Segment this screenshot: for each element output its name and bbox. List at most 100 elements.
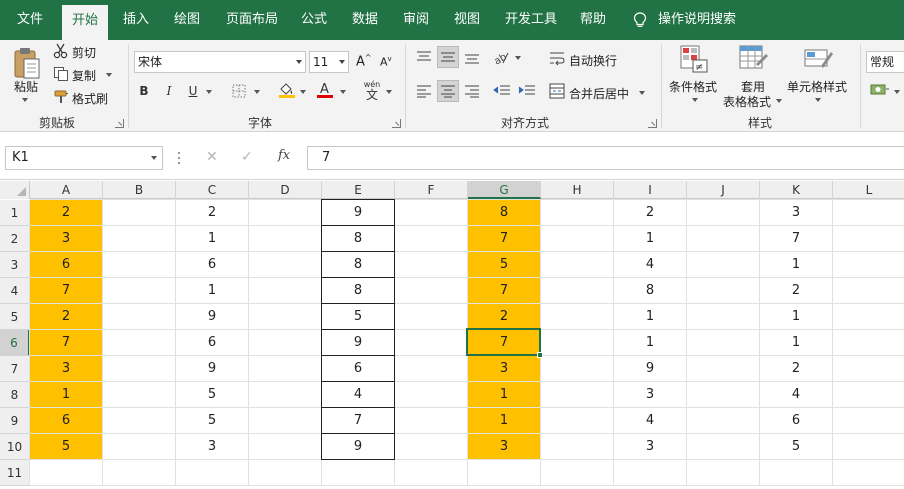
column-header-l[interactable]: L — [833, 181, 904, 199]
merge-dropdown-icon[interactable] — [639, 91, 645, 95]
fill-color-dropdown-icon[interactable] — [300, 90, 306, 94]
tab-help[interactable]: 帮助 — [580, 0, 606, 40]
cell-k9[interactable]: 6 — [760, 408, 832, 433]
cell-i2[interactable]: 1 — [614, 226, 686, 251]
cell-g9[interactable]: 1 — [468, 408, 540, 433]
cell-e6[interactable]: 9 — [321, 329, 395, 356]
cell-e2[interactable]: 8 — [321, 225, 395, 252]
cell-e10[interactable]: 9 — [321, 433, 395, 460]
cell-g3[interactable]: 5 — [468, 252, 540, 277]
orientation-icon[interactable]: ab — [492, 49, 510, 65]
cell-e9[interactable]: 7 — [321, 407, 395, 434]
tab-page-layout[interactable]: 页面布局 — [226, 0, 278, 40]
align-bottom-icon[interactable] — [464, 50, 480, 64]
cell-i9[interactable]: 4 — [614, 408, 686, 433]
number-format-combo[interactable]: 常规 — [866, 51, 904, 73]
cell-k2[interactable]: 7 — [760, 226, 832, 251]
phonetic-dropdown-icon[interactable] — [386, 90, 392, 94]
clipboard-launcher-icon[interactable] — [115, 119, 124, 128]
tab-home[interactable]: 开始 — [62, 5, 109, 40]
row-header-8[interactable]: 8 — [0, 382, 30, 408]
cell-k4[interactable]: 2 — [760, 278, 832, 303]
cell-e7[interactable]: 6 — [321, 355, 395, 382]
formula-bar-grip-icon[interactable] — [178, 152, 181, 164]
tab-developer[interactable]: 开发工具 — [505, 0, 557, 40]
cell-i7[interactable]: 9 — [614, 356, 686, 381]
borders-dropdown-icon[interactable] — [254, 90, 260, 94]
select-all-corner[interactable] — [0, 181, 30, 199]
cell-i8[interactable]: 3 — [614, 382, 686, 407]
tab-formulas[interactable]: 公式 — [301, 0, 327, 40]
conditional-format-button[interactable]: 条件格式 — [669, 78, 717, 95]
underline-dropdown-icon[interactable] — [206, 90, 212, 94]
confirm-entry-icon[interactable]: ✓ — [241, 149, 253, 165]
row-header-3[interactable]: 3 — [0, 252, 30, 278]
cell-styles-button[interactable]: 单元格样式 — [787, 78, 847, 95]
font-color-dropdown-icon[interactable] — [340, 90, 346, 94]
cell-k5[interactable]: 1 — [760, 304, 832, 329]
name-box[interactable]: K1 — [5, 146, 163, 170]
worksheet-grid[interactable]: ABCDEFGHIJKL 1 2 3 4 5 6 7 8 9 10 11 2367273165216… — [0, 181, 904, 489]
cell-e8[interactable]: 4 — [321, 381, 395, 408]
borders-icon[interactable] — [232, 84, 246, 98]
cell-g8[interactable]: 1 — [468, 382, 540, 407]
cell-k8[interactable]: 4 — [760, 382, 832, 407]
cell-i5[interactable]: 1 — [614, 304, 686, 329]
tab-file[interactable]: 文件 — [17, 0, 43, 40]
align-top-icon[interactable] — [416, 50, 432, 64]
column-header-c[interactable]: C — [176, 181, 249, 199]
phonetic-guide-button[interactable]: wén 文 — [361, 80, 383, 102]
chevron-down-icon[interactable] — [151, 156, 157, 160]
conditional-format-dropdown-icon[interactable] — [692, 98, 698, 102]
cell-c5[interactable]: 9 — [176, 304, 248, 329]
cell-i4[interactable]: 8 — [614, 278, 686, 303]
cell-c2[interactable]: 1 — [176, 226, 248, 251]
column-header-i[interactable]: I — [614, 181, 687, 199]
cell-g5[interactable]: 2 — [468, 304, 540, 329]
font-launcher-icon[interactable] — [392, 119, 401, 128]
cell-i3[interactable]: 4 — [614, 252, 686, 277]
row-header-9[interactable]: 9 — [0, 408, 30, 434]
row-header-5[interactable]: 5 — [0, 304, 30, 330]
grow-font-button[interactable]: A^ — [356, 53, 372, 69]
tab-view[interactable]: 视图 — [454, 0, 480, 40]
cell-k7[interactable]: 2 — [760, 356, 832, 381]
row-header-4[interactable]: 4 — [0, 278, 30, 304]
paste-icon[interactable] — [12, 46, 42, 80]
font-name-combo[interactable]: 宋体 — [134, 51, 306, 73]
row-header-10[interactable]: 10 — [0, 434, 30, 460]
column-header-k[interactable]: K — [760, 181, 833, 199]
row-header-11[interactable]: 11 — [0, 460, 30, 486]
cell-i1[interactable]: 2 — [614, 200, 686, 225]
column-header-d[interactable]: D — [249, 181, 322, 199]
insert-function-button[interactable]: fx — [278, 148, 290, 163]
alignment-launcher-icon[interactable] — [648, 119, 657, 128]
align-left-icon[interactable] — [416, 84, 432, 98]
cell-c4[interactable]: 1 — [176, 278, 248, 303]
underline-button[interactable]: U — [186, 84, 200, 98]
wrap-text-button[interactable]: 自动换行 — [569, 52, 617, 69]
column-header-f[interactable]: F — [395, 181, 468, 199]
align-right-icon[interactable] — [464, 84, 480, 98]
format-as-table-dropdown-icon[interactable] — [776, 99, 782, 103]
format-as-table-button[interactable]: 表格格式 — [723, 93, 771, 110]
cell-g10[interactable]: 3 — [468, 434, 540, 459]
increase-indent-icon[interactable] — [518, 84, 536, 98]
cell-k10[interactable]: 5 — [760, 434, 832, 459]
tell-me-search[interactable]: 操作说明搜索 — [658, 0, 736, 40]
formula-input[interactable]: 7 — [307, 146, 904, 170]
cell-a9[interactable]: 6 — [30, 408, 102, 433]
cell-a3[interactable]: 6 — [30, 252, 102, 277]
cell-k3[interactable]: 1 — [760, 252, 832, 277]
italic-button[interactable]: I — [162, 84, 176, 98]
cell-e4[interactable]: 8 — [321, 277, 395, 304]
cell-styles-dropdown-icon[interactable] — [815, 98, 821, 102]
decrease-indent-icon[interactable] — [493, 84, 511, 98]
copy-dropdown-icon[interactable] — [106, 73, 112, 77]
cell-g4[interactable]: 7 — [468, 278, 540, 303]
cell-c6[interactable]: 6 — [176, 330, 248, 355]
cell-g2[interactable]: 7 — [468, 226, 540, 251]
tab-review[interactable]: 审阅 — [403, 0, 429, 40]
cell-c1[interactable]: 2 — [176, 200, 248, 225]
format-painter-button[interactable]: 格式刷 — [72, 90, 108, 107]
